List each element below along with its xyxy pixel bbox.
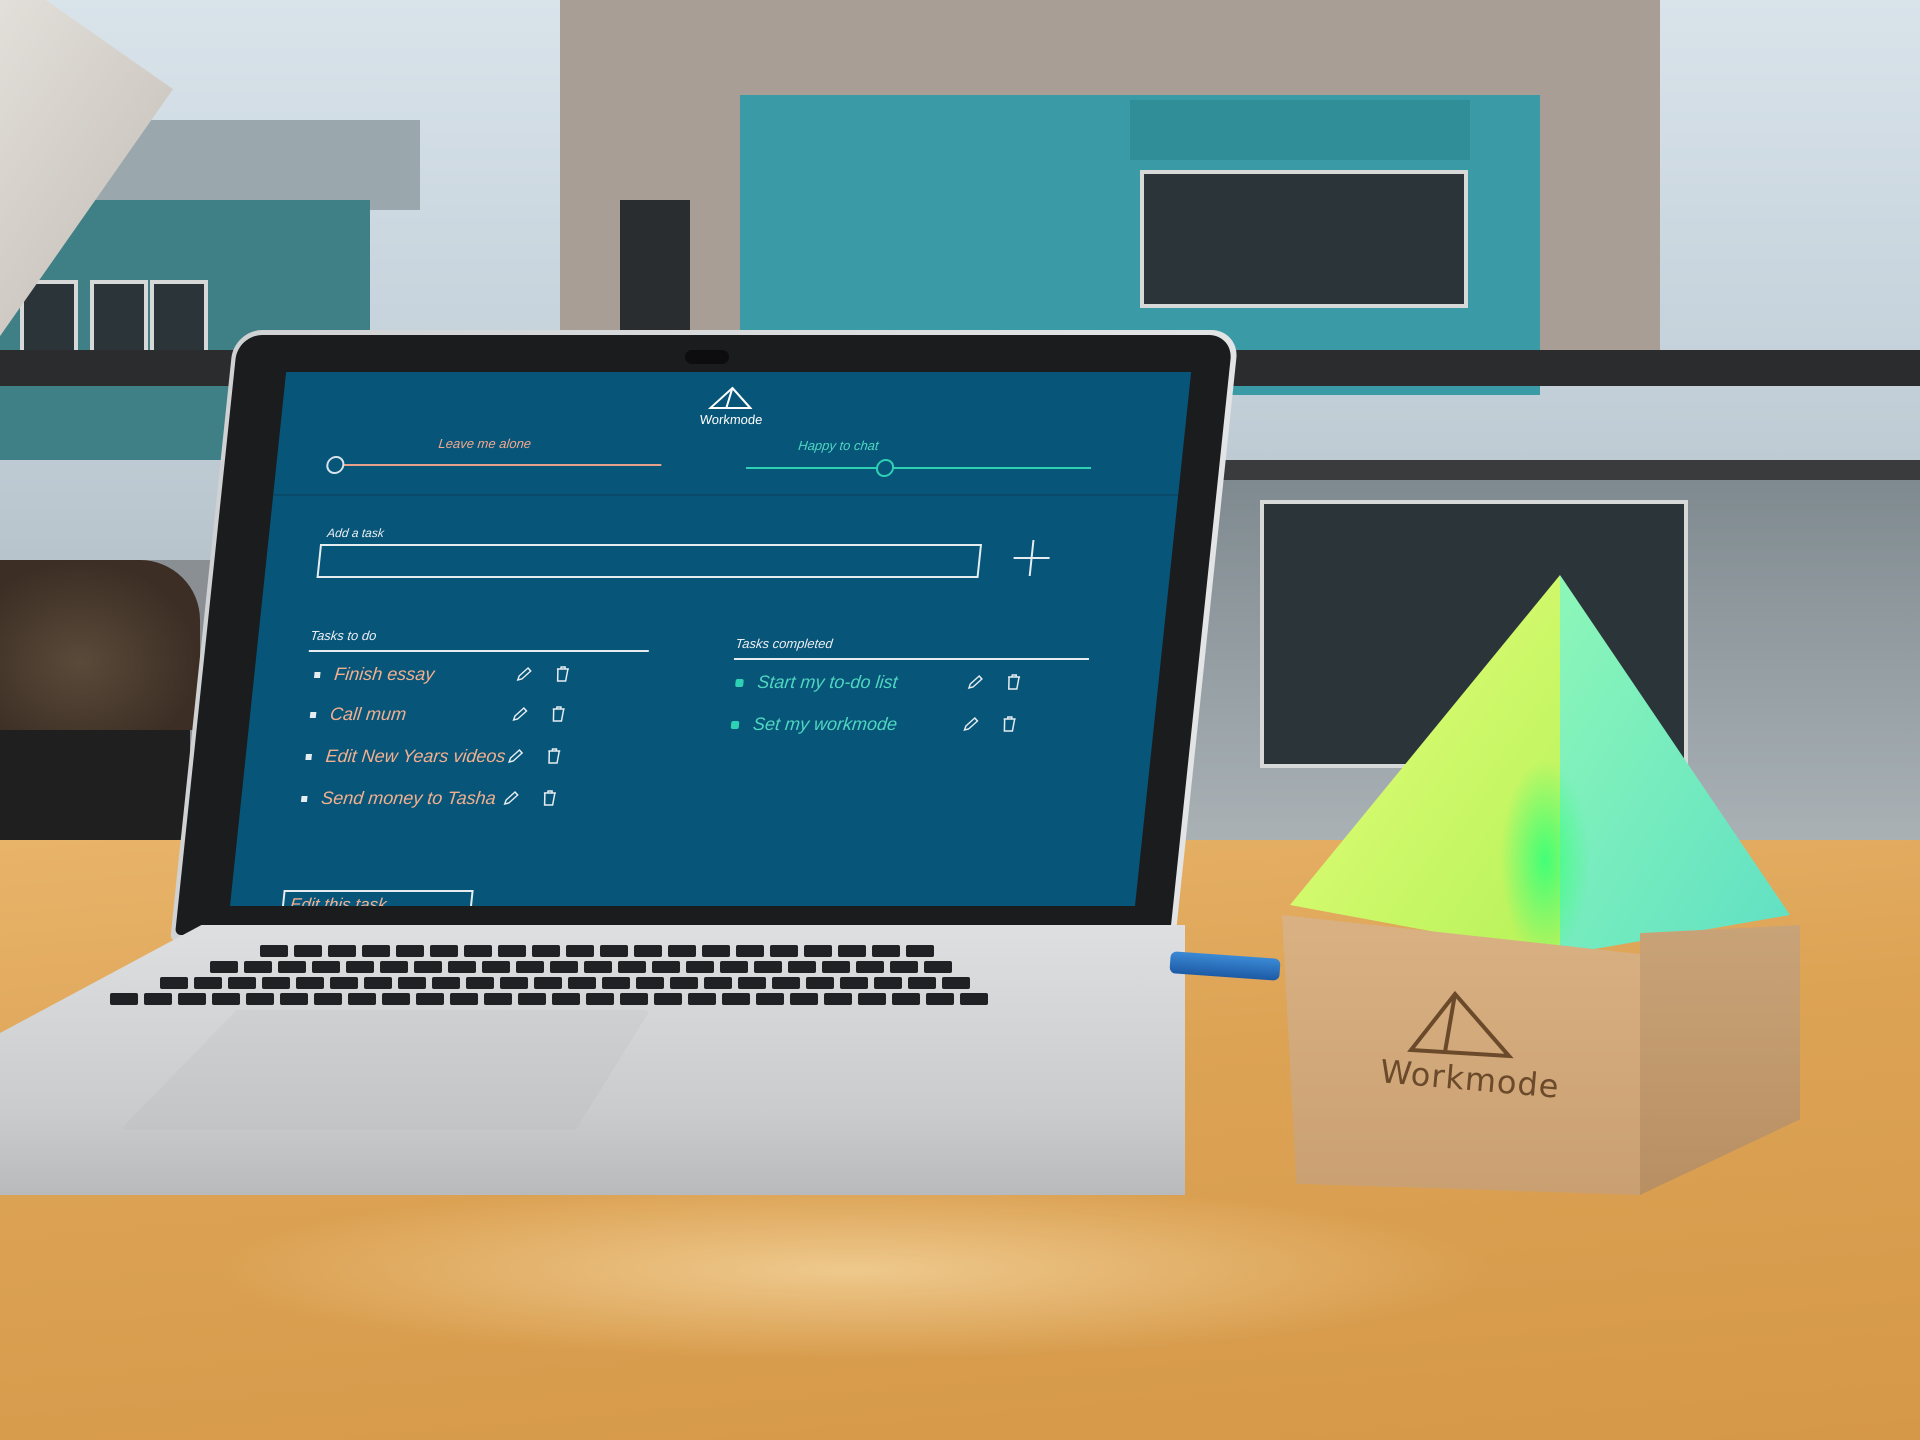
desk-reflection bbox=[200, 1180, 1500, 1360]
todo-item-label: Finish essay bbox=[333, 664, 436, 684]
trash-icon[interactable] bbox=[543, 746, 565, 766]
pencil-icon[interactable] bbox=[960, 714, 982, 734]
pencil-icon[interactable] bbox=[509, 704, 531, 724]
person-shoulder bbox=[0, 560, 200, 730]
plus-icon[interactable] bbox=[1009, 538, 1053, 578]
checkbox-checked-icon[interactable] bbox=[735, 678, 744, 687]
status-slider-track-right[interactable] bbox=[745, 467, 1092, 469]
bullet bbox=[314, 671, 321, 678]
completed-item[interactable]: Start my to-do list bbox=[734, 672, 899, 693]
trash-icon[interactable] bbox=[538, 788, 560, 808]
building-window bbox=[1140, 170, 1468, 308]
status-label-leave-me-alone: Leave me alone bbox=[437, 436, 532, 451]
trash-icon[interactable] bbox=[1002, 672, 1024, 692]
window-mullion bbox=[620, 200, 690, 350]
keyboard-row bbox=[110, 993, 988, 1005]
building-teal-roof bbox=[1130, 100, 1470, 160]
todo-item[interactable]: Finish essay bbox=[313, 664, 435, 685]
trash-icon[interactable] bbox=[998, 714, 1020, 734]
status-slider-knob-right[interactable] bbox=[875, 459, 895, 477]
app-title: Workmode bbox=[699, 412, 764, 427]
tasks-todo-rule bbox=[308, 650, 649, 652]
tasks-completed-rule bbox=[733, 658, 1090, 660]
bullet bbox=[300, 795, 308, 802]
pencil-icon[interactable] bbox=[500, 788, 522, 808]
completed-item[interactable]: Set my workmode bbox=[730, 714, 898, 735]
trash-icon[interactable] bbox=[547, 704, 569, 724]
pencil-icon[interactable] bbox=[513, 664, 535, 684]
todo-item[interactable]: Send money to Tasha bbox=[300, 788, 497, 809]
todo-item-label: Edit New Years videos bbox=[324, 746, 507, 766]
pencil-icon[interactable] bbox=[505, 746, 527, 766]
checkbox-checked-icon[interactable] bbox=[730, 720, 740, 729]
bullet bbox=[305, 753, 313, 760]
completed-item-label: Set my workmode bbox=[752, 714, 899, 734]
pyramid-green-light bbox=[1500, 760, 1590, 960]
add-task-input[interactable] bbox=[316, 544, 983, 578]
keyboard-row bbox=[210, 961, 952, 973]
pencil-icon[interactable] bbox=[964, 672, 986, 692]
keyboard-row bbox=[260, 945, 934, 957]
status-slider-track-left[interactable] bbox=[331, 464, 662, 466]
completed-item-label: Start my to-do list bbox=[756, 672, 899, 692]
device-triangle-logo-icon bbox=[1407, 990, 1514, 1059]
todo-item[interactable]: Call mum bbox=[309, 704, 407, 725]
trash-icon[interactable] bbox=[551, 664, 573, 684]
todo-item[interactable]: Edit New Years videos bbox=[305, 746, 507, 767]
status-label-happy-to-chat: Happy to chat bbox=[797, 438, 880, 453]
laptop-screen: Workmode Leave me alone Happy to chat Ad… bbox=[230, 372, 1192, 906]
edit-task-field[interactable]: Edit this task bbox=[280, 890, 474, 906]
window-frame-rail bbox=[1170, 460, 1920, 480]
keyboard-row bbox=[160, 977, 970, 989]
bullet bbox=[309, 711, 317, 718]
header-divider bbox=[273, 494, 1179, 496]
todo-item-label: Send money to Tasha bbox=[320, 788, 497, 808]
triangle-logo-icon bbox=[700, 386, 763, 410]
add-task-label: Add a task bbox=[326, 526, 385, 540]
status-slider-knob-left[interactable] bbox=[325, 456, 346, 474]
todo-item-label: Call mum bbox=[329, 704, 408, 724]
tasks-todo-title: Tasks to do bbox=[309, 628, 378, 643]
tasks-completed-title: Tasks completed bbox=[734, 636, 834, 651]
webcam bbox=[685, 350, 729, 364]
